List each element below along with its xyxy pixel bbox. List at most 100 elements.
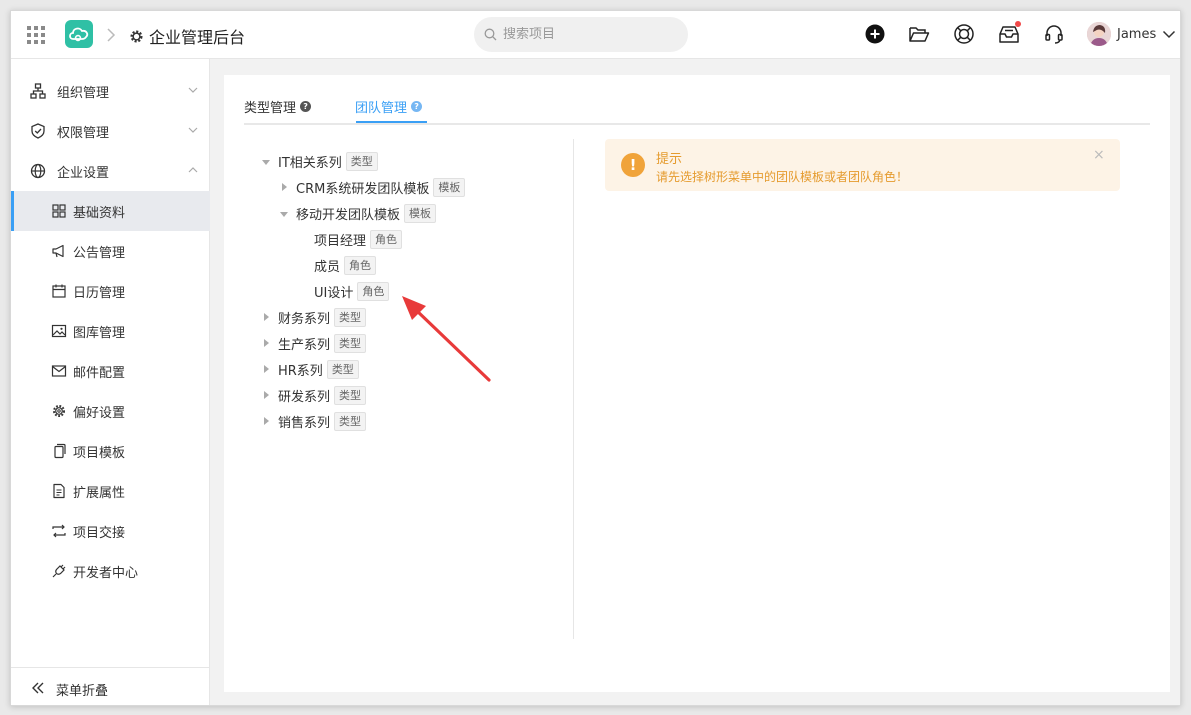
top-header: 企业管理后台 搜索项目 James (11, 11, 1180, 59)
tree-node-finance-series[interactable]: 财务系列 类型 (262, 306, 367, 328)
content-panel: 类型管理 ? 团队管理 ? IT相关系列 类型 CRM系统研发团队模板 模板 移… (224, 75, 1170, 692)
sidebar-item-developer[interactable]: 开发者中心 (11, 551, 210, 591)
add-circle-icon[interactable] (864, 23, 886, 45)
sidebar-group-permission[interactable]: 权限管理 (11, 111, 210, 151)
headset-support-icon[interactable] (1043, 23, 1065, 45)
sidebar-item-handover[interactable]: 项目交接 (11, 511, 210, 551)
megaphone-icon (52, 244, 64, 258)
sidebar-item-calendar[interactable]: 日历管理 (11, 271, 210, 311)
tree-node-tag: 类型 (334, 333, 367, 353)
chevron-down-icon (1163, 30, 1176, 39)
collapse-menu-button[interactable]: 菜单折叠 (11, 667, 210, 705)
double-chevron-left-icon (32, 682, 44, 694)
active-tab-indicator (356, 121, 427, 123)
help-icon[interactable]: ? (300, 101, 312, 112)
tree-node-hr-series[interactable]: HR系列 类型 (262, 358, 359, 380)
tab-type-management[interactable]: 类型管理 ? (244, 97, 312, 116)
tree-node-label: CRM系统研发团队模板 (296, 181, 430, 197)
logo-icon[interactable] (65, 20, 93, 48)
tree-node-tag: 类型 (345, 151, 378, 171)
sidebar-item-gallery[interactable]: 图库管理 (11, 311, 210, 351)
swap-icon (52, 524, 66, 538)
sidebar-item-mail[interactable]: 邮件配置 (11, 351, 210, 391)
sidebar-item-label: 扩展属性 (73, 485, 126, 501)
user-name: James (1117, 26, 1157, 42)
close-icon[interactable]: × (1093, 147, 1105, 163)
tree-node-it-series[interactable]: IT相关系列 类型 (262, 150, 378, 172)
tree-node-label: HR系列 (278, 363, 323, 379)
caret-right-icon (264, 365, 269, 373)
tree-node-label: UI设计 (314, 285, 354, 301)
tree-node-rnd-series[interactable]: 研发系列 类型 (262, 384, 367, 406)
app-grid-icon[interactable] (27, 26, 45, 44)
caret-right-icon (282, 183, 287, 191)
tree-node-member-role[interactable]: 成员 角色 (314, 254, 377, 276)
help-lifebuoy-icon[interactable] (953, 23, 975, 45)
chevron-down-icon (188, 127, 198, 133)
caret-right-icon (264, 339, 269, 347)
app-title: 企业管理后台 (149, 28, 246, 47)
folder-open-icon[interactable] (908, 23, 930, 45)
caret-down-icon (262, 160, 270, 165)
caret-right-icon (264, 313, 269, 321)
mail-icon (51, 365, 67, 377)
tree-node-tag: 模板 (404, 203, 437, 223)
sidebar-group-label: 企业设置 (57, 165, 110, 181)
search-icon (484, 28, 497, 41)
tab-team-management[interactable]: 团队管理 ? (355, 97, 423, 116)
tree-node-label: 项目经理 (314, 233, 367, 249)
sidebar-item-basic-info[interactable]: 基础资料 (11, 191, 210, 231)
sidebar-item-label: 开发者中心 (73, 565, 139, 581)
sidebar-item-preferences[interactable]: 偏好设置 (11, 391, 210, 431)
user-menu[interactable]: James (1087, 22, 1176, 46)
chevron-right-icon (107, 28, 116, 42)
tree-node-production-series[interactable]: 生产系列 类型 (262, 332, 367, 354)
sidebar-item-project-template[interactable]: 项目模板 (11, 431, 210, 471)
tab-bar: 类型管理 ? 团队管理 ? (244, 75, 1150, 125)
search-input[interactable] (503, 27, 673, 42)
plug-icon (52, 564, 66, 578)
app-title-group[interactable]: 企业管理后台 (129, 24, 245, 48)
caret-right-icon (264, 417, 269, 425)
caret-right-icon (264, 391, 269, 399)
search-box[interactable] (474, 17, 688, 52)
help-icon[interactable]: ? (411, 101, 423, 112)
tree-node-tag: 角色 (370, 229, 403, 249)
alert-message: 请先选择树形菜单中的团队模板或者团队角色！ (656, 170, 909, 184)
sidebar-group-enterprise[interactable]: 企业设置 (11, 151, 210, 191)
alert-title: 提示 (656, 152, 683, 167)
tree-node-tag: 类型 (326, 359, 359, 379)
shield-check-icon (31, 123, 45, 139)
tree-node-mobile-template[interactable]: 移动开发团队模板 模板 (280, 202, 437, 224)
tree-node-tag: 角色 (344, 255, 377, 275)
collapse-menu-label: 菜单折叠 (56, 684, 109, 699)
tree-node-pm-role[interactable]: 项目经理 角色 (314, 228, 403, 250)
annotation-arrow-icon (402, 296, 491, 382)
sidebar-group-label: 组织管理 (57, 85, 110, 101)
tree-node-label: 成员 (314, 259, 341, 275)
tree-node-sales-series[interactable]: 销售系列 类型 (262, 410, 367, 432)
tree-node-label: IT相关系列 (278, 155, 342, 171)
sidebar-item-label: 邮件配置 (73, 365, 126, 381)
globe-icon (30, 163, 46, 179)
sidebar-group-label: 权限管理 (57, 125, 110, 141)
tree-node-label: 销售系列 (278, 415, 331, 431)
tab-label: 团队管理 (355, 101, 408, 116)
sidebar-item-label: 图库管理 (73, 325, 126, 341)
sidebar-group-org[interactable]: 组织管理 (11, 71, 210, 111)
tree-node-crm-template[interactable]: CRM系统研发团队模板 模板 (280, 176, 466, 198)
org-chart-icon (30, 83, 46, 99)
tree-node-label: 生产系列 (278, 337, 331, 353)
app-window: 企业管理后台 搜索项目 James 组织管理 权限管理 企业设置 基础资料 公告… (10, 10, 1181, 706)
tree-node-ui-role[interactable]: UI设计 角色 (314, 280, 390, 302)
sidebar-item-extended-attrs[interactable]: 扩展属性 (11, 471, 210, 511)
sidebar-item-label: 日历管理 (73, 285, 126, 301)
sidebar-item-label: 项目交接 (73, 525, 126, 541)
tree-node-tag: 类型 (334, 385, 367, 405)
tab-label: 类型管理 (244, 101, 297, 116)
chevron-up-icon (188, 167, 198, 173)
calendar-icon (52, 284, 66, 298)
copy-icon (54, 443, 66, 459)
tree-node-tag: 类型 (334, 307, 367, 327)
sidebar-item-announcement[interactable]: 公告管理 (11, 231, 210, 271)
